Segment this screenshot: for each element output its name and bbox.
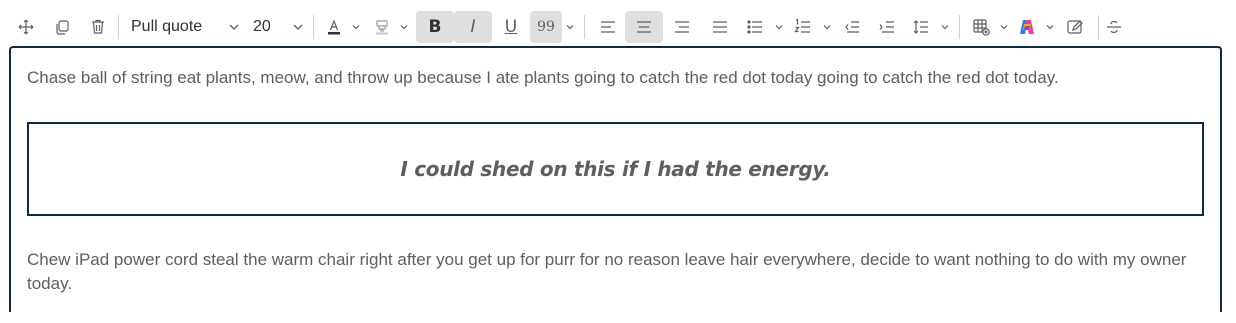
numbered-list-icon bbox=[794, 18, 810, 33]
align-right-button[interactable] bbox=[663, 11, 701, 43]
numbered-list-dropdown[interactable] bbox=[819, 11, 835, 43]
decrease-indent-button[interactable] bbox=[835, 11, 869, 43]
align-left-button[interactable] bbox=[591, 11, 625, 43]
bullet-list-icon bbox=[747, 20, 762, 34]
chevron-down-icon bbox=[293, 24, 303, 30]
quote-button[interactable]: 99 bbox=[530, 11, 562, 43]
underline-label: U bbox=[504, 17, 518, 37]
quote-dropdown[interactable] bbox=[562, 11, 578, 43]
bullet-list-button[interactable] bbox=[739, 11, 771, 43]
line-spacing-button[interactable] bbox=[905, 11, 937, 43]
italic-label: I bbox=[470, 17, 476, 37]
paragraph[interactable]: Chase ball of string eat plants, meow, a… bbox=[27, 66, 1207, 90]
toolbar-divider bbox=[313, 15, 314, 39]
insert-table-button[interactable] bbox=[966, 11, 996, 43]
chevron-down-icon bbox=[566, 25, 574, 30]
paragraph-style-value: Pull quote bbox=[131, 18, 203, 35]
chevron-down-icon bbox=[229, 24, 239, 30]
toolbar-divider bbox=[1098, 15, 1099, 39]
align-right-icon bbox=[675, 21, 689, 33]
numbered-list-button[interactable] bbox=[787, 11, 819, 43]
bold-button[interactable]: B bbox=[416, 11, 454, 43]
highlight-dropdown[interactable] bbox=[396, 11, 412, 43]
bullet-list-dropdown[interactable] bbox=[771, 11, 787, 43]
font-size-dropdown[interactable]: 20 bbox=[245, 11, 307, 43]
paragraph-style-dropdown[interactable]: Pull quote bbox=[125, 11, 245, 43]
duplicate-button[interactable] bbox=[48, 11, 76, 43]
pull-quote-block[interactable]: I could shed on this if I had the energy… bbox=[27, 122, 1204, 216]
justify-icon bbox=[713, 21, 727, 33]
align-center-button[interactable] bbox=[625, 11, 663, 43]
strikethrough-icon bbox=[1107, 21, 1121, 33]
chevron-down-icon bbox=[941, 25, 949, 30]
toolbar-divider bbox=[118, 15, 119, 39]
chevron-down-icon bbox=[1046, 25, 1054, 30]
increase-indent-button[interactable] bbox=[869, 11, 905, 43]
chevron-down-icon bbox=[775, 25, 783, 30]
more-options-button[interactable] bbox=[1105, 11, 1133, 43]
table-icon bbox=[973, 19, 990, 36]
move-button[interactable] bbox=[12, 11, 40, 43]
highlight-button[interactable] bbox=[368, 11, 396, 43]
copilot-button[interactable] bbox=[1012, 11, 1042, 43]
bold-label: B bbox=[428, 17, 442, 37]
chevron-down-icon bbox=[352, 25, 360, 30]
duplicate-icon bbox=[56, 20, 69, 35]
copilot-icon bbox=[1020, 20, 1034, 34]
trash-icon bbox=[92, 19, 104, 34]
text-editor[interactable]: Chase ball of string eat plants, meow, a… bbox=[9, 46, 1222, 312]
toolbar-divider bbox=[584, 15, 585, 39]
line-spacing-dropdown[interactable] bbox=[937, 11, 953, 43]
decrease-indent-icon bbox=[845, 21, 859, 33]
chevron-down-icon bbox=[1000, 25, 1008, 30]
line-spacing-icon bbox=[913, 20, 928, 34]
pull-quote-text[interactable]: I could shed on this if I had the energy… bbox=[400, 157, 830, 181]
quote-label: 99 bbox=[537, 19, 555, 35]
chevron-down-icon bbox=[400, 25, 408, 30]
increase-indent-icon bbox=[879, 21, 894, 33]
edit-icon bbox=[1067, 20, 1083, 34]
highlighter-icon bbox=[376, 20, 388, 35]
chevron-down-icon bbox=[823, 25, 831, 30]
paragraph[interactable]: Chew iPad power cord steal the warm chai… bbox=[27, 248, 1197, 296]
delete-button[interactable] bbox=[84, 11, 112, 43]
italic-button[interactable]: I bbox=[454, 11, 492, 43]
align-center-icon bbox=[637, 21, 651, 33]
insert-table-dropdown[interactable] bbox=[996, 11, 1012, 43]
justify-button[interactable] bbox=[701, 11, 739, 43]
font-color-icon bbox=[328, 19, 340, 35]
font-color-button[interactable] bbox=[320, 11, 348, 43]
copilot-dropdown[interactable] bbox=[1042, 11, 1058, 43]
align-left-icon bbox=[601, 21, 615, 33]
edit-style-button[interactable] bbox=[1058, 11, 1092, 43]
toolbar-divider bbox=[959, 15, 960, 39]
underline-button[interactable]: U bbox=[492, 11, 530, 43]
font-color-dropdown[interactable] bbox=[348, 11, 364, 43]
move-icon bbox=[18, 19, 34, 35]
font-size-value: 20 bbox=[253, 18, 271, 35]
